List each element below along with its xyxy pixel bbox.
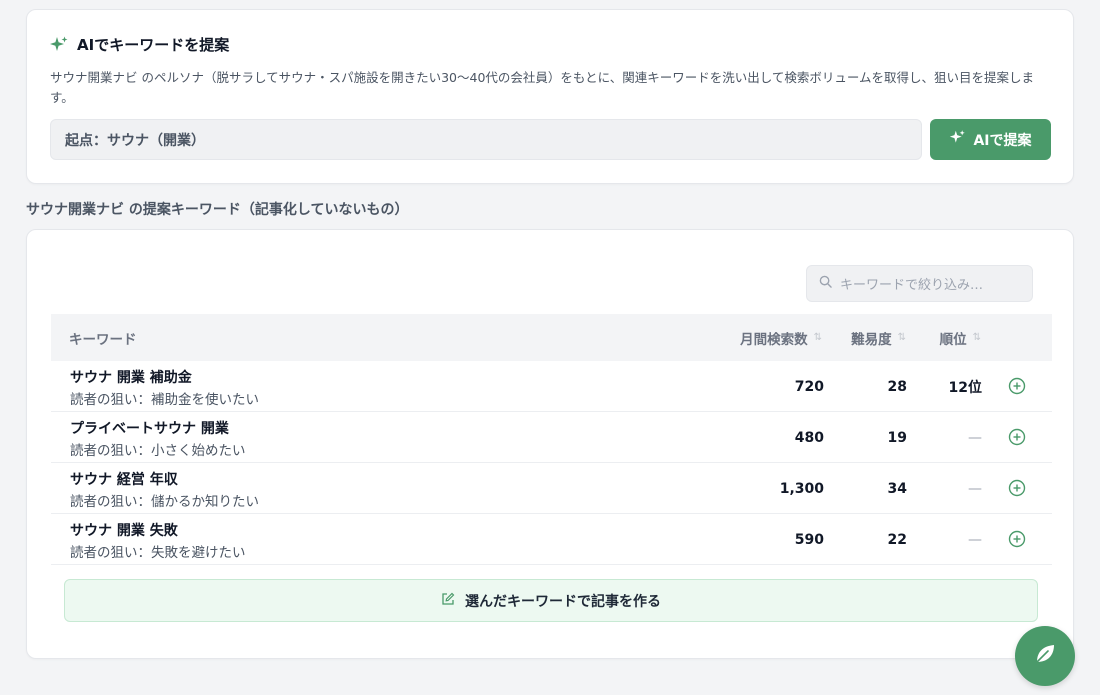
- row-volume: 720: [794, 378, 824, 395]
- sort-icon: ⇅: [813, 332, 822, 343]
- table-header: キーワード 月間検索数 ⇅ 難易度 ⇅ 順位 ⇅: [51, 314, 1052, 361]
- ai-suggest-card: AIでキーワードを提案 サウナ開業ナビ のペルソナ（脱サラしてサウナ・スパ施設を…: [26, 9, 1074, 184]
- seed-keyword-field[interactable]: 起点：サウナ（開業）: [50, 119, 922, 160]
- plus-circle-icon[interactable]: [1008, 377, 1026, 395]
- row-volume: 480: [794, 429, 824, 446]
- plus-circle-icon[interactable]: [1008, 479, 1026, 497]
- sparkle-icon: [949, 129, 966, 150]
- sort-icon: ⇅: [897, 332, 906, 343]
- column-header-volume[interactable]: 月間検索数 ⇅: [740, 314, 822, 361]
- column-header-volume-label: 月間検索数: [740, 331, 808, 348]
- ai-suggest-button-label: AIで提案: [973, 132, 1032, 149]
- edit-icon: [441, 592, 455, 610]
- column-header-rank[interactable]: 順位 ⇅: [940, 314, 981, 361]
- plus-circle-icon[interactable]: [1008, 428, 1026, 446]
- row-keyword: サウナ 開業 補助金: [70, 370, 192, 386]
- ai-suggest-header: AIでキーワードを提案: [49, 34, 229, 55]
- row-intent: 読者の狙い：失敗を避けたい: [70, 545, 246, 561]
- row-rank: —: [968, 429, 982, 446]
- ai-suggest-button[interactable]: AIで提案: [930, 119, 1051, 160]
- row-keyword: サウナ 開業 失敗: [70, 523, 178, 539]
- search-icon: [819, 275, 832, 292]
- table-row: サウナ 開業 補助金 読者の狙い：補助金を使いたい 720 28 12位: [51, 361, 1052, 412]
- sort-icon: ⇅: [972, 332, 981, 343]
- row-intent: 読者の狙い：儲かるか知りたい: [70, 494, 259, 510]
- row-difficulty: 34: [887, 480, 907, 497]
- row-rank: 12位: [948, 379, 982, 396]
- row-intent: 読者の狙い：小さく始めたい: [70, 443, 246, 459]
- column-header-difficulty-label: 難易度: [851, 331, 892, 348]
- row-difficulty: 28: [887, 378, 907, 395]
- row-intent: 読者の狙い：補助金を使いたい: [70, 392, 259, 408]
- table-row: サウナ 開業 失敗 読者の狙い：失敗を避けたい 590 22 —: [51, 514, 1052, 565]
- ai-suggest-description: サウナ開業ナビ のペルソナ（脱サラしてサウナ・スパ施設を開きたい30〜40代の会…: [50, 70, 1035, 105]
- keyword-filter-input[interactable]: キーワードで絞り込み…: [806, 265, 1033, 302]
- column-header-keyword-label: キーワード: [69, 331, 137, 348]
- row-rank: —: [968, 480, 982, 497]
- row-difficulty: 19: [887, 429, 907, 446]
- seed-keyword-value: 起点：サウナ（開業）: [65, 132, 205, 149]
- filter-placeholder: キーワードで絞り込み…: [840, 278, 984, 293]
- column-header-keyword: キーワード: [69, 314, 137, 361]
- column-header-difficulty[interactable]: 難易度 ⇅: [851, 314, 906, 361]
- ai-suggest-title: AIでキーワードを提案: [77, 36, 230, 54]
- table-row: プライベートサウナ 開業 読者の狙い：小さく始めたい 480 19 —: [51, 412, 1052, 463]
- sparkle-icon: [49, 35, 69, 55]
- column-header-rank-label: 順位: [939, 331, 967, 348]
- row-difficulty: 22: [887, 531, 907, 548]
- keyword-list-card: キーワードで絞り込み… キーワード 月間検索数 ⇅ 難易度 ⇅ 順位 ⇅ サウナ…: [26, 229, 1074, 659]
- row-keyword: プライベートサウナ 開業: [70, 421, 229, 437]
- row-rank: —: [968, 531, 982, 548]
- section-heading: サウナ開業ナビ の提案キーワード（記事化していないもの）: [26, 202, 409, 218]
- floating-action-button[interactable]: [1015, 626, 1075, 686]
- leaf-icon: [1032, 641, 1058, 671]
- create-article-button[interactable]: 選んだキーワードで記事を作る: [64, 579, 1038, 622]
- table-row: サウナ 経営 年収 読者の狙い：儲かるか知りたい 1,300 34 —: [51, 463, 1052, 514]
- plus-circle-icon[interactable]: [1008, 530, 1026, 548]
- row-keyword: サウナ 経営 年収: [70, 472, 178, 488]
- create-article-button-label: 選んだキーワードで記事を作る: [465, 593, 661, 610]
- row-volume: 590: [794, 531, 824, 548]
- row-volume: 1,300: [779, 480, 824, 497]
